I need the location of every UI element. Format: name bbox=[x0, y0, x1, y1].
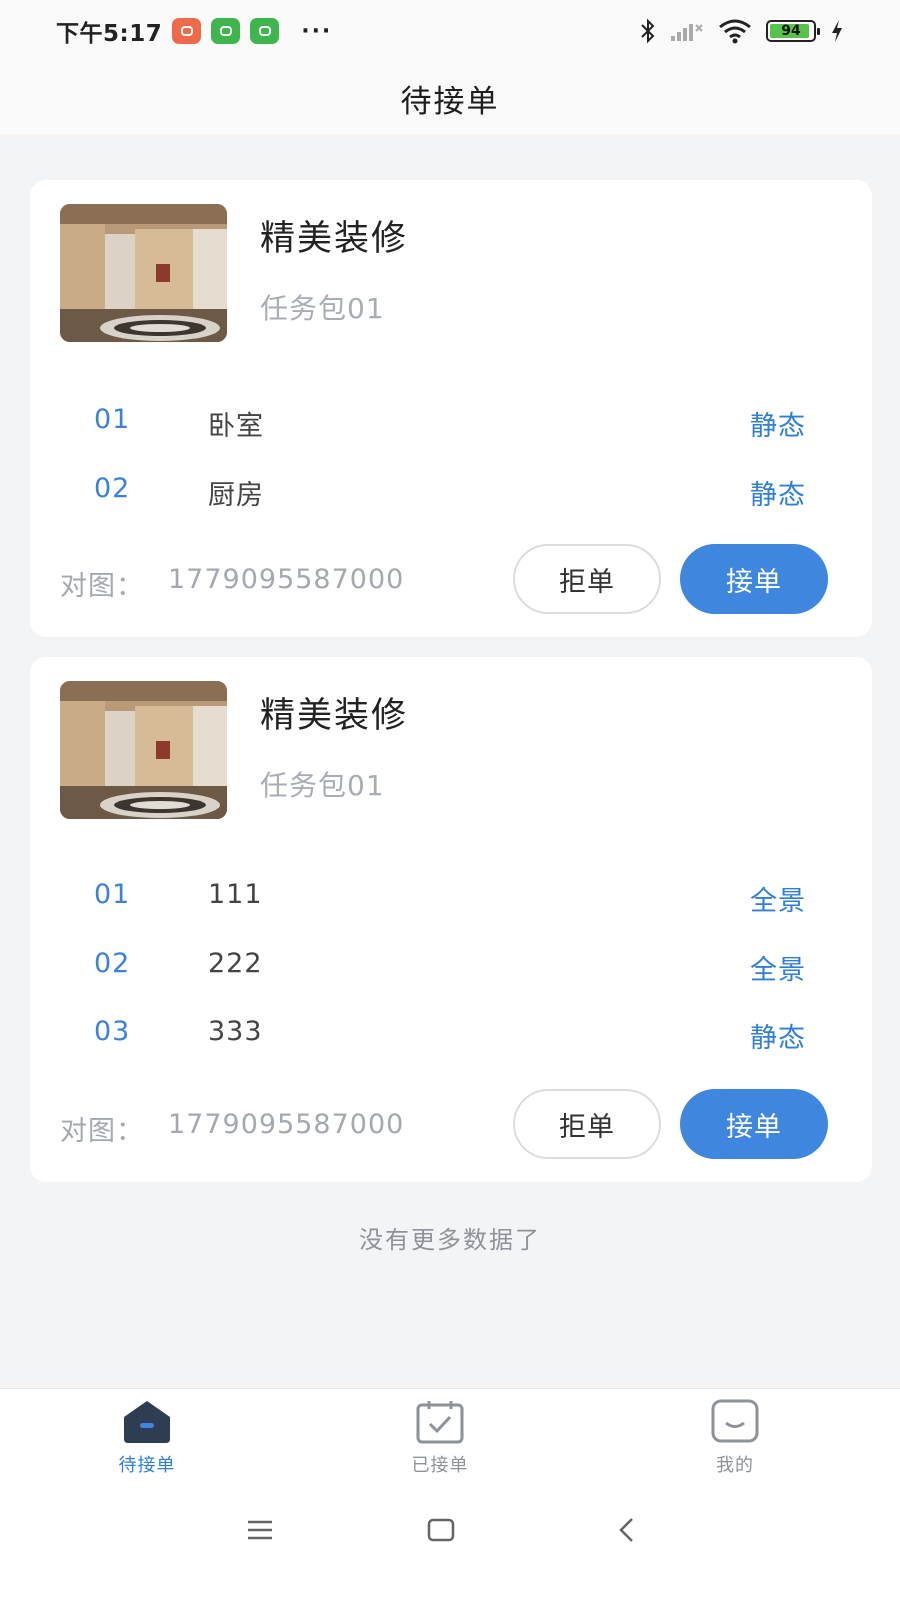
drawing-number: 1779095587000 bbox=[168, 564, 405, 595]
task-name: 卧室 bbox=[208, 411, 264, 442]
menu-nav-icon[interactable] bbox=[230, 1508, 290, 1552]
home-nav-icon[interactable] bbox=[411, 1508, 471, 1552]
charging-icon bbox=[832, 20, 842, 42]
back-nav-icon[interactable] bbox=[597, 1508, 657, 1552]
status-time: 下午5:17 bbox=[56, 21, 163, 47]
accept-button[interactable]: 接单 bbox=[680, 1089, 828, 1159]
system-navbar bbox=[0, 1488, 900, 1600]
page-title: 待接单 bbox=[400, 83, 500, 120]
tab-pending-orders[interactable]: 待接单 bbox=[67, 1399, 227, 1479]
task-name: 222 bbox=[208, 948, 263, 979]
bluetooth-icon bbox=[641, 18, 655, 44]
reject-button[interactable]: 拒单 bbox=[513, 544, 661, 614]
battery-level: 94 bbox=[781, 23, 801, 39]
task-type: 静态 bbox=[750, 411, 806, 442]
profile-face-icon bbox=[711, 1399, 759, 1443]
tab-label: 我的 bbox=[716, 1455, 754, 1476]
drawing-number: 1779095587000 bbox=[168, 1109, 405, 1140]
wechat-icon bbox=[211, 18, 241, 44]
more-notifications-icon: ··· bbox=[301, 18, 333, 44]
order-package: 任务包01 bbox=[260, 292, 385, 325]
task-index: 02 bbox=[94, 473, 131, 504]
order-title: 精美装修 bbox=[260, 219, 409, 259]
order-package: 任务包01 bbox=[260, 769, 385, 802]
home-icon bbox=[124, 1401, 170, 1443]
page-header: 待接单 bbox=[0, 62, 900, 134]
drawing-label: 对图： bbox=[60, 1116, 144, 1147]
tab-mine[interactable]: 我的 bbox=[655, 1399, 815, 1479]
task-type: 静态 bbox=[750, 1023, 806, 1054]
bottom-tabbar: 待接单 已接单 我的 bbox=[0, 1388, 900, 1488]
task-row: 02 厨房 静态 bbox=[30, 461, 872, 521]
task-row: 01 卧室 静态 bbox=[30, 392, 872, 452]
accept-button[interactable]: 接单 bbox=[680, 544, 828, 614]
task-index: 02 bbox=[94, 948, 131, 979]
order-title: 精美装修 bbox=[260, 696, 409, 736]
room-thumbnail bbox=[60, 204, 227, 342]
room-thumbnail bbox=[60, 681, 227, 819]
status-indicators: 94 bbox=[640, 18, 844, 44]
task-index: 03 bbox=[94, 1016, 131, 1047]
task-name: 111 bbox=[208, 879, 263, 910]
drawing-label: 对图： bbox=[60, 571, 144, 602]
task-index: 01 bbox=[94, 404, 131, 435]
task-type: 全景 bbox=[750, 955, 806, 986]
tab-label: 已接单 bbox=[411, 1455, 469, 1476]
task-row: 01 111 全景 bbox=[30, 867, 872, 927]
app-screen: 下午5:17 ··· 94 待接单 精美装修 任务包01 01 卧室 静态 02… bbox=[0, 0, 900, 1600]
calendar-check-icon bbox=[416, 1401, 464, 1444]
task-index: 01 bbox=[94, 879, 131, 910]
order-card[interactable]: 精美装修 任务包01 01 111 全景 02 222 全景 03 333 静态… bbox=[30, 657, 872, 1182]
task-name: 厨房 bbox=[208, 480, 264, 511]
task-name: 333 bbox=[208, 1016, 263, 1047]
task-row: 02 222 全景 bbox=[30, 936, 872, 996]
reject-button[interactable]: 拒单 bbox=[513, 1089, 661, 1159]
wifi-icon bbox=[719, 19, 751, 44]
task-type: 全景 bbox=[750, 886, 806, 917]
wechat-icon bbox=[250, 18, 280, 44]
list-end-text: 没有更多数据了 bbox=[359, 1226, 541, 1254]
status-bar: 下午5:17 ··· 94 bbox=[0, 0, 900, 62]
cellular-signal-icon bbox=[671, 24, 703, 41]
weibo-icon bbox=[172, 18, 202, 44]
task-type: 静态 bbox=[750, 480, 806, 511]
task-row: 03 333 静态 bbox=[30, 1004, 872, 1064]
battery-icon: 94 bbox=[766, 20, 820, 42]
order-card[interactable]: 精美装修 任务包01 01 卧室 静态 02 厨房 静态 对图： 1779095… bbox=[30, 180, 872, 637]
tab-accepted-orders[interactable]: 已接单 bbox=[360, 1399, 520, 1479]
tab-label: 待接单 bbox=[118, 1455, 176, 1476]
